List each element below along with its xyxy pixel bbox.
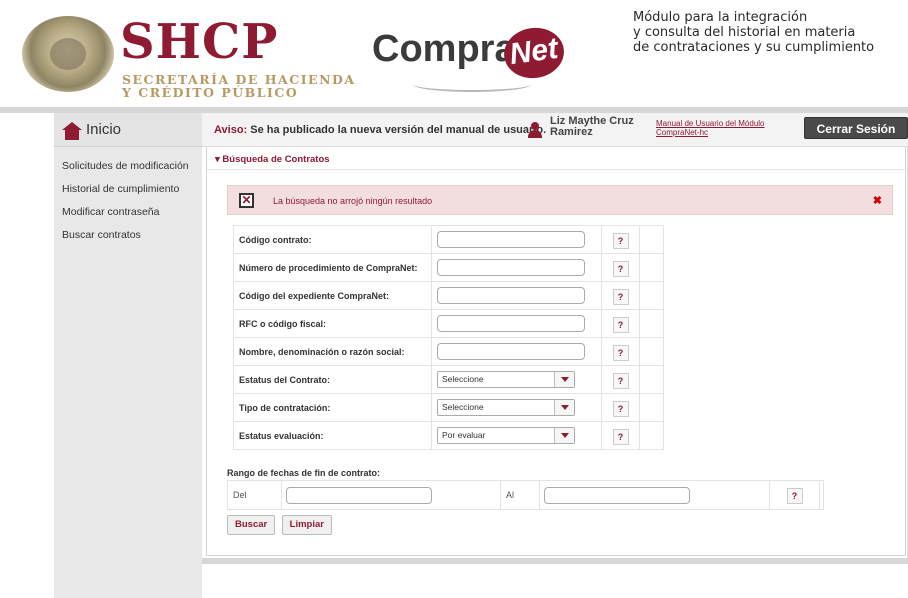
- sidebar-item-historial[interactable]: Historial de cumplimiento: [54, 178, 202, 201]
- help-button[interactable]: ?: [612, 316, 629, 333]
- logout-button[interactable]: Cerrar Sesión: [804, 117, 908, 139]
- form-row: Código del expediente CompraNet: ?: [233, 281, 664, 310]
- chevron-down-icon: [554, 400, 574, 415]
- sidebar-item-contrasena[interactable]: Modificar contraseña: [54, 201, 202, 224]
- from-label: Del: [227, 480, 282, 510]
- num-procedimiento-input[interactable]: [437, 259, 585, 276]
- national-seal-logo: [22, 16, 114, 92]
- form-row: RFC o código fiscal: ?: [233, 309, 664, 338]
- form-row: Estatus evaluación: Por evaluar ?: [233, 421, 664, 450]
- rfc-input[interactable]: [437, 315, 585, 332]
- help-button[interactable]: ?: [612, 288, 629, 305]
- field-label: Estatus del Contrato:: [233, 365, 432, 394]
- field-label: Código contrato:: [233, 225, 432, 254]
- home-label: Inicio: [86, 121, 122, 138]
- main-content: ▾ Búsqueda de Contratos ✕ La búsqueda no…: [202, 147, 908, 559]
- help-button[interactable]: ?: [786, 488, 803, 504]
- field-label: Tipo de contratación:: [233, 393, 432, 422]
- user-icon: [528, 122, 542, 138]
- divider: [202, 558, 908, 564]
- date-range-form: Del Al ?: [227, 480, 824, 510]
- form-row: Código contrato: ?: [233, 225, 664, 254]
- date-from-input[interactable]: [286, 486, 432, 504]
- shcp-logo-title: SHCP: [120, 14, 279, 70]
- user-manual-link[interactable]: Manual de Usuario del Módulo CompraNet-h…: [656, 119, 796, 137]
- action-buttons: Buscar Limpiar: [227, 514, 334, 535]
- help-button[interactable]: ?: [612, 344, 629, 361]
- search-button[interactable]: Buscar: [227, 515, 276, 535]
- module-description: Módulo para la integración y consulta de…: [633, 10, 875, 55]
- user-name: Liz Maythe Cruz Ramirez: [550, 115, 634, 138]
- form-row: Número de procedimiento de CompraNet: ?: [233, 253, 664, 282]
- field-label: Estatus evaluación:: [233, 421, 432, 450]
- field-label: Nombre, denominación o razón social:: [233, 337, 432, 366]
- field-label: RFC o código fiscal:: [233, 309, 432, 338]
- page-header: SHCP SECRETARÍA DE HACIENDA Y CRÉDITO PÚ…: [0, 0, 908, 108]
- help-button[interactable]: ?: [612, 232, 629, 249]
- help-button[interactable]: ?: [612, 372, 629, 389]
- home-icon: [62, 122, 82, 140]
- notice-text: Aviso: Se ha publicado la nueva versión …: [214, 124, 547, 136]
- search-form: Código contrato: ? Número de procedimien…: [233, 225, 664, 450]
- codigo-expediente-input[interactable]: [437, 287, 585, 304]
- form-row: Estatus del Contrato: Seleccione ?: [233, 365, 664, 394]
- error-icon: ✕: [239, 193, 254, 208]
- nombre-input[interactable]: [437, 343, 585, 360]
- home-link[interactable]: Inicio: [54, 113, 202, 147]
- field-label: Código del expediente CompraNet:: [233, 281, 432, 310]
- field-label: Número de procedimiento de CompraNet:: [233, 253, 432, 282]
- clear-button[interactable]: Limpiar: [281, 515, 332, 535]
- alert-message: La búsqueda no arrojó ningún resultado: [273, 196, 433, 206]
- sidebar: Solicitudes de modificación Historial de…: [54, 147, 202, 598]
- form-row: Tipo de contratación: Seleccione ?: [233, 393, 664, 422]
- date-range-label: Rango de fechas de fin de contrato:: [227, 468, 381, 478]
- sidebar-item-buscar[interactable]: Buscar contratos: [54, 224, 202, 247]
- tipo-contratacion-select[interactable]: Seleccione: [437, 399, 575, 416]
- help-button[interactable]: ?: [612, 400, 629, 417]
- error-alert: ✕ La búsqueda no arrojó ningún resultado…: [227, 185, 893, 215]
- date-to-input[interactable]: [544, 486, 690, 504]
- estatus-evaluacion-select[interactable]: Por evaluar: [437, 427, 575, 444]
- section-title[interactable]: ▾ Búsqueda de Contratos: [215, 154, 330, 165]
- to-label: Al: [500, 480, 540, 510]
- help-button[interactable]: ?: [612, 428, 629, 445]
- sidebar-item-solicitudes[interactable]: Solicitudes de modificación: [54, 155, 202, 178]
- help-button[interactable]: ?: [612, 260, 629, 277]
- compranet-logo: Compra Net: [372, 22, 568, 92]
- chevron-down-icon: [554, 428, 574, 443]
- estatus-contrato-select[interactable]: Seleccione: [437, 371, 575, 388]
- shcp-logo-subtitle: SECRETARÍA DE HACIENDA Y CRÉDITO PÚBLICO: [122, 72, 356, 100]
- codigo-contrato-input[interactable]: [437, 231, 585, 248]
- chevron-down-icon: [554, 372, 574, 387]
- info-bar: Aviso: Se ha publicado la nueva versión …: [202, 113, 908, 147]
- close-icon[interactable]: ✖: [873, 194, 882, 207]
- form-row: Nombre, denominación o razón social: ?: [233, 337, 664, 366]
